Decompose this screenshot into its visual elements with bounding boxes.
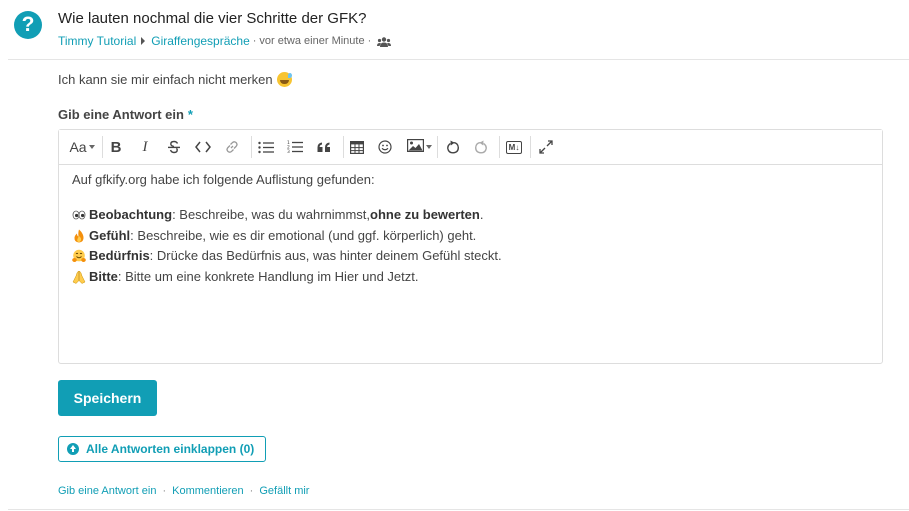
strikethrough-icon[interactable] [164, 136, 184, 158]
quote-icon[interactable] [314, 136, 334, 158]
answer-label: Gib eine Antwort ein * [58, 107, 193, 122]
answer-editor[interactable]: Aa B I 123 M↓ Auf gfkify.org habe ich fo… [58, 129, 883, 364]
collapse-answers-button[interactable]: Alle Antworten einklappen (0) [58, 436, 266, 462]
svg-text:3: 3 [287, 149, 290, 154]
step-row: Bedürfnis: Drücke das Bedürfnis aus, was… [72, 246, 862, 267]
step-term: Gefühl [89, 227, 131, 243]
step-end: . [479, 207, 484, 222]
hugging-emoji-icon [72, 249, 86, 263]
heading-dropdown-label: Aa [69, 139, 87, 155]
table-icon[interactable] [347, 136, 367, 158]
step-text: : Beschreibe, wie es dir emotional (und … [130, 227, 477, 243]
footer-divider [8, 509, 909, 510]
meta-separator: · [252, 35, 257, 47]
grinning-sweat-emoji-icon [276, 72, 292, 87]
step-term: Bedürfnis [89, 248, 150, 263]
step-text: : Drücke das Bedürfnis aus, was hinter d… [149, 248, 502, 263]
markdown-icon[interactable]: M↓ [503, 136, 525, 158]
step-row: Gefühl: Beschreibe, wie es dir emotional… [72, 226, 862, 247]
answer-link[interactable]: Gib eine Antwort ein [58, 485, 156, 497]
answer-label-text: Gib eine Antwort ein [58, 107, 184, 122]
save-button[interactable]: Speichern [58, 380, 157, 416]
post-time: vor etwa einer Minute [259, 35, 365, 47]
author-link[interactable]: Timmy Tutorial [58, 34, 136, 48]
collapse-answers-label: Alle Antworten einklappen (0) [86, 442, 255, 456]
fire-emoji-icon [72, 229, 86, 243]
question-body-text: Ich kann sie mir einfach nicht merken [58, 72, 273, 87]
italic-icon[interactable]: I [136, 136, 154, 158]
image-dropdown[interactable] [403, 136, 435, 158]
required-marker: * [187, 107, 193, 122]
step-term: Bitte [89, 268, 118, 284]
arrow-up-circle-icon [67, 443, 79, 455]
markdown-icon-label: M↓ [505, 140, 523, 154]
step-term: Beobachtung [89, 207, 173, 222]
like-link[interactable]: Gefällt mir [259, 485, 309, 497]
eyes-emoji-icon [72, 208, 86, 222]
step-text: : Beschreibe, was du wahrnimmst, [172, 207, 371, 222]
header-divider [8, 59, 909, 60]
heading-dropdown[interactable]: Aa [67, 136, 97, 158]
meta-separator: · [367, 35, 372, 47]
group-icon [377, 36, 392, 47]
caret-right-icon [141, 37, 146, 45]
toolbar-divider [499, 136, 500, 158]
bullet-list-icon[interactable] [256, 136, 276, 158]
bold-icon[interactable]: B [107, 136, 125, 158]
chevron-down-icon [88, 145, 95, 149]
folded-hands-emoji-icon [72, 270, 86, 284]
question-body: Ich kann sie mir einfach nicht merken [58, 72, 292, 87]
numbered-list-icon[interactable]: 123 [285, 136, 305, 158]
code-icon[interactable] [193, 136, 213, 158]
link-icon[interactable] [222, 136, 242, 158]
editor-toolbar: Aa B I 123 M↓ [59, 130, 882, 165]
image-icon [406, 139, 424, 155]
toolbar-divider [530, 136, 531, 158]
question-circle-icon: ? [14, 11, 42, 39]
content-intro: Auf gfkify.org habe ich folgende Auflist… [72, 172, 375, 187]
emoji-icon[interactable] [375, 136, 395, 158]
chevron-down-icon [425, 145, 432, 149]
toolbar-divider [102, 136, 103, 158]
toolbar-divider [251, 136, 252, 158]
toolbar-divider [437, 136, 438, 158]
footer-separator: · [249, 485, 254, 497]
footer-separator: · [162, 485, 167, 497]
redo-icon[interactable] [471, 136, 491, 158]
question-title: Wie lauten nochmal die vier Schritte der… [58, 10, 367, 27]
step-text: : Bitte um eine konkrete Handlung im Hie… [117, 268, 419, 284]
step-row: Beobachtung: Beschreibe, was du wahrnimm… [72, 205, 862, 226]
comment-link[interactable]: Kommentieren [172, 485, 244, 497]
toolbar-divider [343, 136, 344, 158]
editor-content[interactable]: Auf gfkify.org habe ich folgende Auflist… [72, 172, 862, 288]
fullscreen-icon[interactable] [536, 136, 556, 158]
question-header: ? Wie lauten nochmal die vier Schritte d… [0, 0, 909, 60]
question-meta: Timmy Tutorial Giraffengespräche · vor e… [58, 34, 392, 48]
footer-links: Gib eine Antwort ein · Kommentieren · Ge… [58, 485, 309, 497]
category-link[interactable]: Giraffengespräche [151, 34, 250, 48]
undo-icon[interactable] [443, 136, 463, 158]
step-row: Bitte: Bitte um eine konkrete Handlung i… [72, 267, 862, 288]
step-bold-tail: ohne zu bewerten [370, 207, 480, 222]
